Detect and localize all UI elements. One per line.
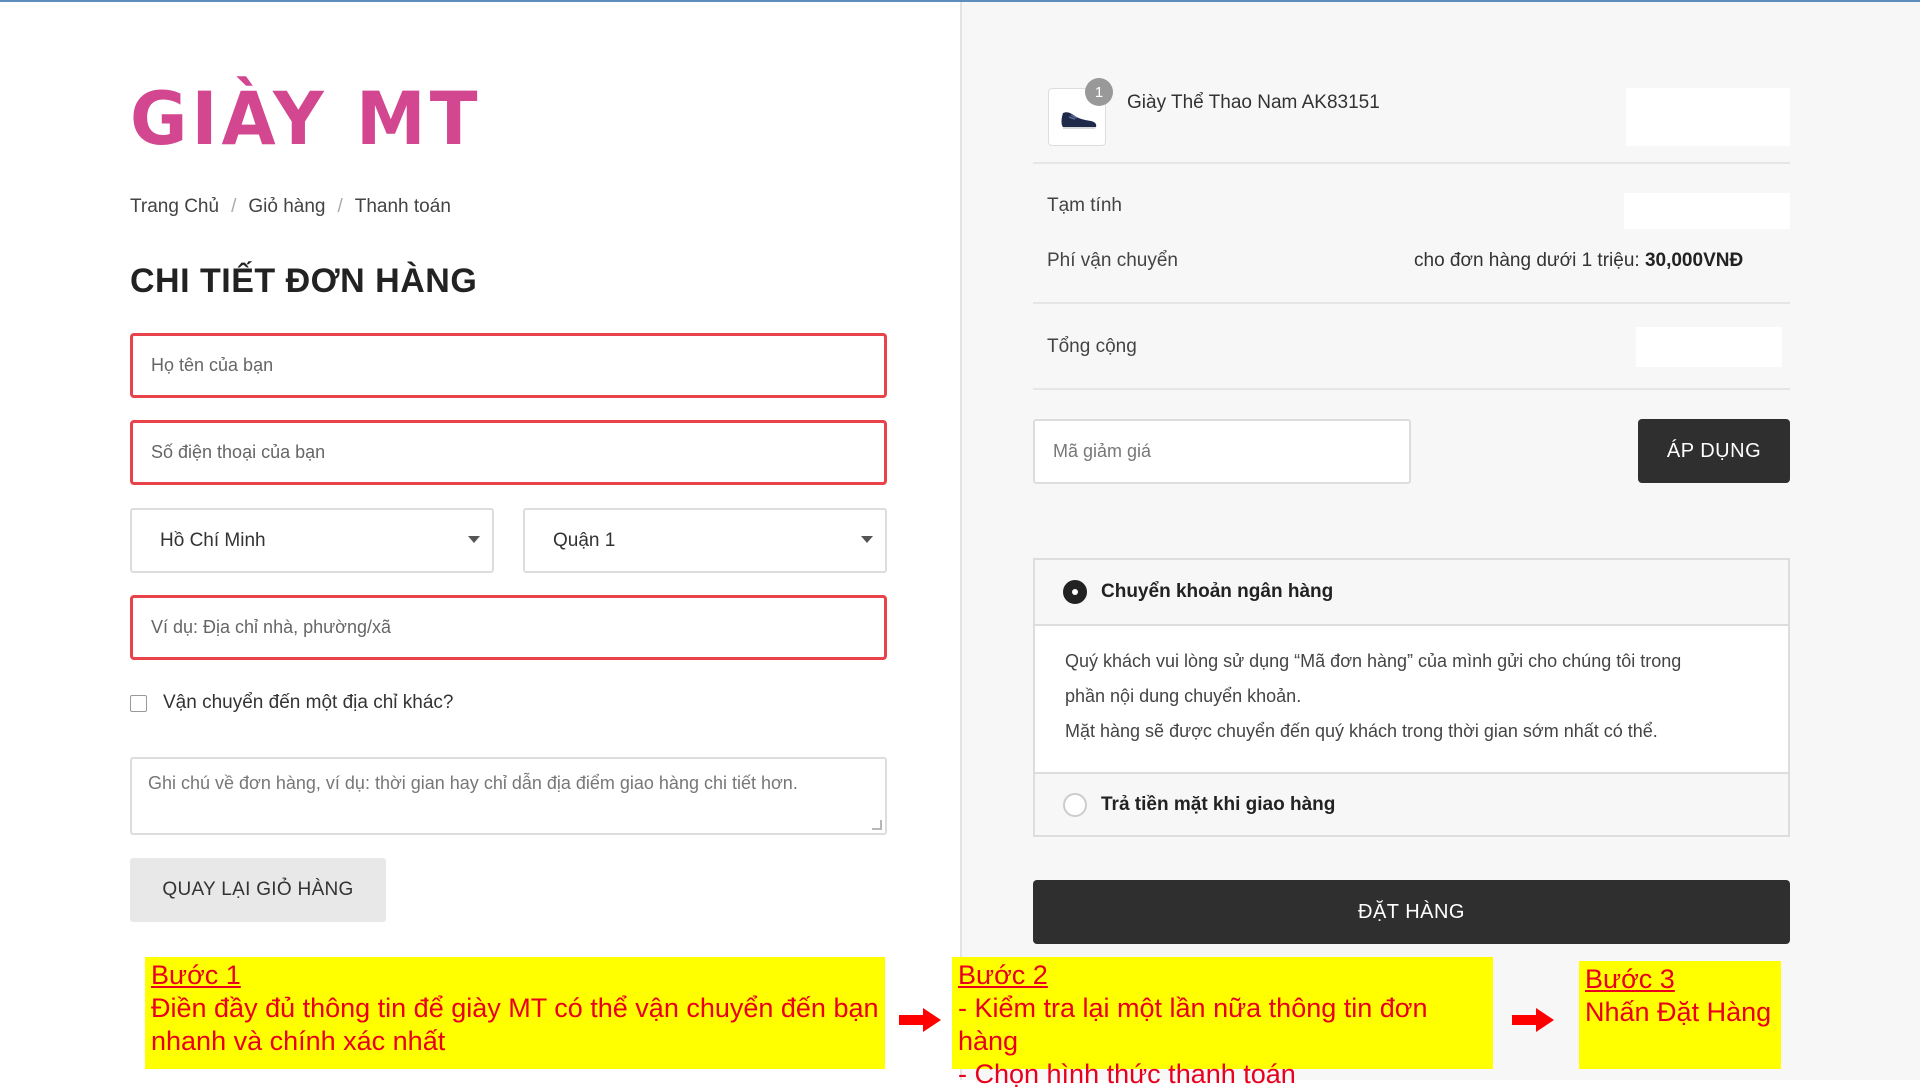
place-order-button[interactable]: ĐẶT HÀNG	[1033, 880, 1790, 944]
address-input[interactable]: Ví dụ: Địa chỉ nhà, phường/xã	[130, 595, 887, 660]
breadcrumb-checkout: Thanh toán	[354, 196, 451, 217]
step2-title: Bước 2	[958, 960, 1048, 990]
divider	[1033, 302, 1790, 304]
ship-other-checkbox[interactable]	[130, 694, 147, 712]
payment-option-bank[interactable]: Chuyển khoản ngân hàng	[1063, 580, 1333, 604]
payment-option-cod[interactable]: Trả tiền mặt khi giao hàng	[1063, 793, 1335, 817]
coupon-input[interactable]: Mã giảm giá	[1033, 419, 1411, 484]
step1-line: nhanh và chính xác nhất	[151, 1026, 446, 1056]
caret-down-icon	[468, 536, 480, 543]
total-value-box	[1636, 327, 1782, 367]
ship-other-label: Vận chuyển đến một địa chỉ khác?	[163, 692, 454, 713]
breadcrumb-cart[interactable]: Giỏ hàng	[248, 196, 325, 218]
apply-coupon-button[interactable]: ÁP DỤNG	[1638, 419, 1790, 483]
arrow-right-icon	[1512, 1008, 1554, 1032]
payment-bank-desc-line: phần nội dung chuyển khoản.	[1065, 686, 1302, 706]
resize-grip-icon[interactable]	[872, 820, 882, 830]
radio-selected-icon[interactable]	[1063, 580, 1087, 604]
step2-line: - Chọn hình thức thanh toán	[958, 1059, 1296, 1089]
shipping-label: Phí vận chuyển	[1047, 250, 1178, 271]
radio-unselected-icon[interactable]	[1063, 793, 1087, 817]
step3-line: Nhấn Đặt Hàng	[1585, 997, 1772, 1027]
notes-placeholder: Ghi chú về đơn hàng, ví dụ: thời gian ha…	[148, 773, 798, 793]
brand-logo[interactable]: GIÀY MT	[130, 76, 481, 162]
total-label: Tổng cộng	[1047, 336, 1137, 357]
step1-annotation: Bước 1 Điền đầy đủ thông tin để giày MT …	[145, 957, 885, 1069]
payment-bank-label: Chuyển khoản ngân hàng	[1101, 581, 1334, 602]
breadcrumb-home[interactable]: Trang Chủ	[130, 196, 219, 218]
step1-title: Bước 1	[151, 960, 241, 990]
shipping-fee-value: 30,000VNĐ	[1644, 250, 1744, 271]
shipping-note: cho đơn hàng dưới 1 triệu:	[1414, 250, 1640, 271]
breadcrumb: Trang Chủ / Giỏ hàng / Thanh toán	[130, 196, 451, 218]
breadcrumb-separator: /	[337, 196, 343, 217]
payment-bank-description: Quý khách vui lòng sử dụng “Mã đơn hàng”…	[1035, 624, 1788, 774]
product-price-box	[1626, 88, 1790, 146]
payment-bank-desc-line: Quý khách vui lòng sử dụng “Mã đơn hàng”…	[1065, 651, 1682, 671]
payment-cod-label: Trả tiền mặt khi giao hàng	[1101, 794, 1336, 815]
ship-other-address-row[interactable]: Vận chuyển đến một địa chỉ khác?	[130, 692, 453, 714]
phone-input[interactable]: Số điện thoại của bạn	[130, 420, 887, 485]
district-select[interactable]: Quận 1	[523, 508, 887, 573]
coupon-placeholder: Mã giảm giá	[1053, 441, 1152, 461]
city-select[interactable]: Hồ Chí Minh	[130, 508, 494, 573]
name-placeholder: Họ tên của bạn	[151, 355, 274, 375]
subtotal-label: Tạm tính	[1047, 195, 1122, 216]
step1-line: Điền đầy đủ thông tin để giày MT có thể …	[151, 993, 879, 1023]
breadcrumb-separator: /	[231, 196, 237, 217]
step3-annotation: Bước 3 Nhấn Đặt Hàng	[1579, 961, 1781, 1069]
city-value: Hồ Chí Minh	[160, 529, 266, 551]
step3-title: Bước 3	[1585, 964, 1675, 994]
address-placeholder: Ví dụ: Địa chỉ nhà, phường/xã	[151, 617, 391, 637]
divider	[1033, 388, 1790, 390]
subtotal-value-box	[1624, 193, 1790, 229]
page-title: CHI TIẾT ĐƠN HÀNG	[130, 262, 478, 300]
caret-down-icon	[861, 536, 873, 543]
name-input[interactable]: Họ tên của bạn	[130, 333, 887, 398]
district-value: Quận 1	[553, 529, 616, 551]
product-name: Giày Thể Thao Nam AK83151	[1127, 92, 1380, 113]
order-notes-textarea[interactable]: Ghi chú về đơn hàng, ví dụ: thời gian ha…	[130, 757, 887, 835]
divider	[1033, 162, 1790, 164]
payment-bank-desc-line: Mặt hàng sẽ được chuyển đến quý khách tr…	[1065, 721, 1658, 741]
payment-methods: Chuyển khoản ngân hàng Quý khách vui lòn…	[1033, 558, 1790, 837]
step2-line: - Kiểm tra lại một lần nữa thông tin đơn…	[958, 993, 1428, 1056]
arrow-right-icon	[899, 1008, 941, 1032]
shipping-fee-text: cho đơn hàng dưới 1 triệu: 30,000VNĐ	[1414, 250, 1743, 272]
step2-annotation: Bước 2 - Kiểm tra lại một lần nữa thông …	[952, 957, 1493, 1089]
quantity-badge: 1	[1085, 78, 1113, 106]
back-to-cart-button[interactable]: QUAY LẠI GIỎ HÀNG	[130, 858, 386, 922]
phone-placeholder: Số điện thoại của bạn	[151, 442, 326, 462]
